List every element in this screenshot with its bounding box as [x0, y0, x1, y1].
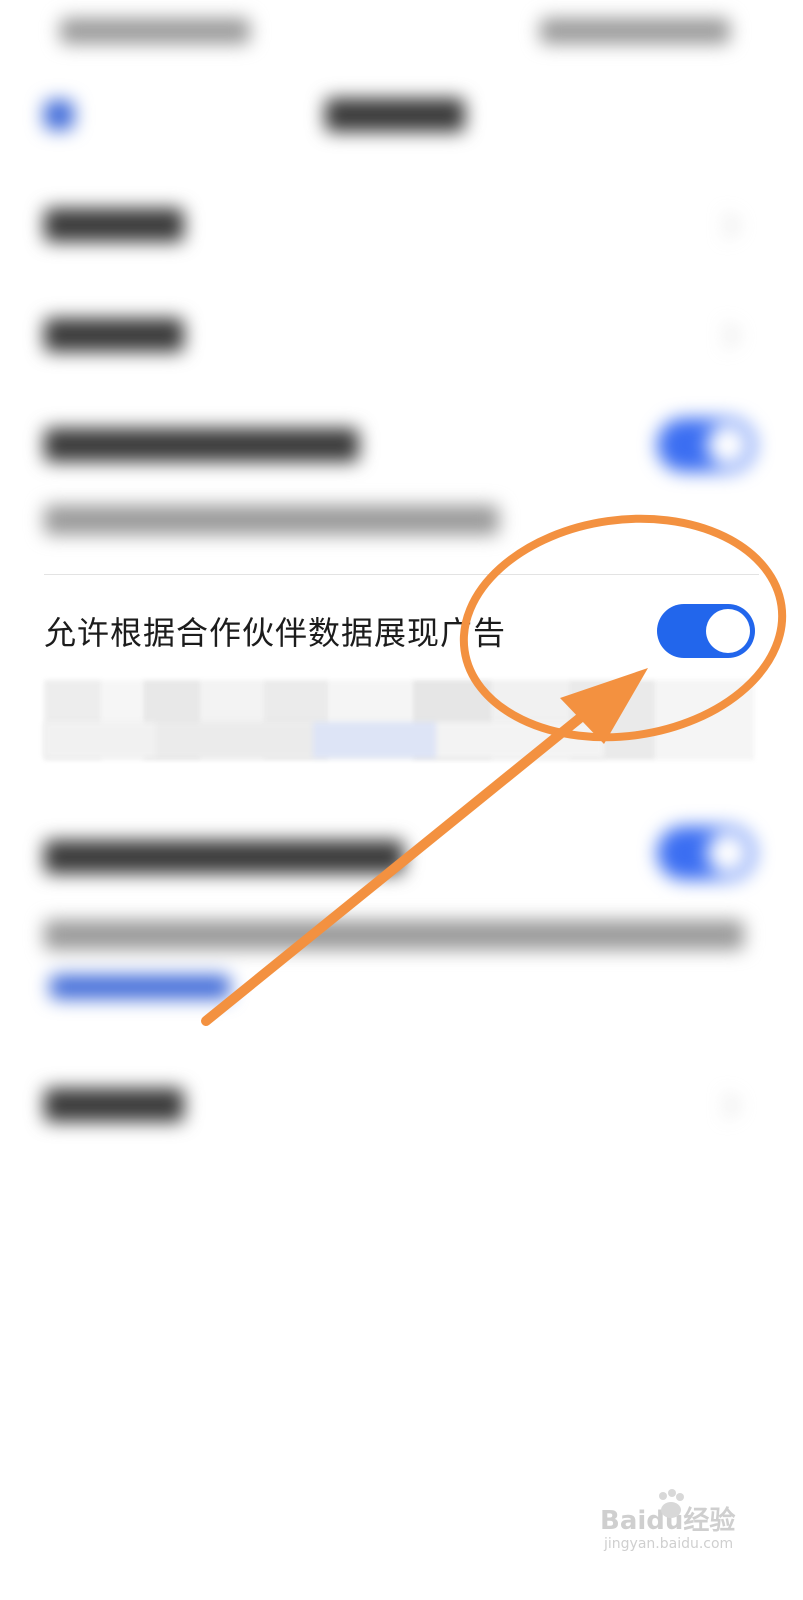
status-icons-blurred — [540, 18, 730, 44]
row-5-description-blurred — [44, 920, 744, 950]
settings-row-6[interactable] — [0, 1070, 803, 1140]
divider — [44, 574, 759, 575]
row-3-label-blurred — [44, 428, 359, 462]
row-1-label-blurred — [44, 208, 184, 242]
row-5-label-blurred — [44, 840, 404, 874]
status-time-blurred — [60, 18, 250, 44]
toggle-knob — [706, 609, 750, 653]
back-icon[interactable] — [44, 100, 74, 130]
status-bar — [0, 0, 803, 60]
paw-icon — [659, 1489, 684, 1518]
row-3-toggle[interactable] — [657, 418, 755, 472]
baidu-jingyan-watermark: Baidu经验 jingyan.baidu.com — [600, 1489, 750, 1570]
settings-row-5 — [0, 820, 803, 1020]
row-2-label-blurred — [44, 318, 184, 352]
settings-row-1[interactable] — [0, 190, 803, 260]
page-title-blurred — [325, 98, 465, 132]
watermark-url: jingyan.baidu.com — [604, 1536, 734, 1552]
settings-row-2[interactable] — [0, 300, 803, 370]
chevron-right-icon — [714, 323, 739, 348]
row-6-label-blurred — [44, 1088, 184, 1122]
row-3-description-blurred — [44, 505, 499, 535]
partner-data-ads-label: 允许根据合作伙伴数据展现广告 — [44, 614, 507, 652]
row-5-link-blurred[interactable] — [50, 975, 230, 999]
partner-data-ads-toggle[interactable] — [657, 604, 755, 658]
redacted-description-mosaic — [44, 722, 604, 758]
chevron-right-icon — [714, 1093, 739, 1118]
header-bar — [0, 80, 803, 150]
settings-row-3 — [0, 410, 803, 540]
chevron-right-icon — [714, 213, 739, 238]
row-5-toggle[interactable] — [657, 826, 755, 880]
